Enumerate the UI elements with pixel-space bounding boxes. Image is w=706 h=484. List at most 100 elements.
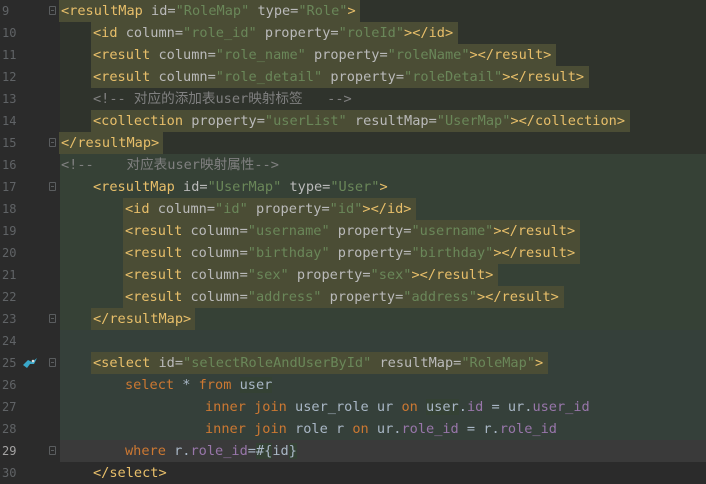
line-number: 12 bbox=[2, 70, 17, 84]
code-text: <id column="id" property="id"></id> bbox=[125, 198, 412, 220]
code-line[interactable]: 26 select * from user bbox=[0, 374, 706, 396]
code-token: r. bbox=[174, 443, 191, 459]
line-number: 23 bbox=[2, 312, 17, 326]
code-token: "username" bbox=[411, 223, 494, 239]
code-token: ></id> bbox=[404, 25, 454, 41]
code-token: resultMap= bbox=[371, 355, 462, 371]
code-token: property= bbox=[247, 201, 330, 217]
code-token: <result bbox=[93, 69, 159, 85]
code-line[interactable]: 20 <result column="birthday" property="bi… bbox=[0, 242, 706, 264]
code-line[interactable]: 18 <id column="id" property="id"></id> bbox=[0, 198, 706, 220]
code-line[interactable]: 29 where r.role_id=#{id} bbox=[0, 440, 706, 462]
code-line[interactable]: 25 <select id="selectRoleAndUserById" res… bbox=[0, 352, 706, 374]
fold-toggle-icon[interactable] bbox=[49, 446, 56, 455]
code-token: property= bbox=[191, 113, 265, 129]
line-number: 13 bbox=[2, 92, 17, 106]
code-token: ></result> bbox=[476, 289, 559, 305]
code-token: column= bbox=[190, 223, 248, 239]
fold-toggle-icon[interactable] bbox=[49, 358, 56, 367]
code-token: = bbox=[247, 443, 256, 459]
code-token: * bbox=[182, 377, 199, 393]
code-text: <id column="role_id" property="roleId"><… bbox=[93, 22, 453, 44]
code-line[interactable]: 12 <result column="role_detail" property=… bbox=[0, 66, 706, 88]
code-line[interactable]: 23 </resultMap> bbox=[0, 308, 706, 330]
mybatis-bird-icon[interactable] bbox=[22, 356, 38, 370]
fold-toggle-icon[interactable] bbox=[49, 314, 56, 323]
code-token: property= bbox=[322, 69, 405, 85]
code-token: "sex" bbox=[370, 267, 412, 283]
code-text: <!-- 对应表user映射属性--> bbox=[61, 154, 279, 176]
code-token: </select> bbox=[93, 465, 167, 481]
code-token: r. bbox=[483, 421, 500, 437]
code-line[interactable]: 13 <!-- 对应的添加表user映射标签 --> bbox=[0, 88, 706, 110]
code-text: <result column="sex" property="sex"></re… bbox=[125, 264, 493, 286]
line-number: 10 bbox=[2, 26, 17, 40]
code-line[interactable]: 11 <result column="role_name" property="r… bbox=[0, 44, 706, 66]
code-text: <resultMap id="UserMap" type="User"> bbox=[93, 176, 388, 198]
code-text: <result column="address" property="addre… bbox=[125, 286, 559, 308]
code-line[interactable]: 24 bbox=[0, 330, 706, 352]
code-token: ></result> bbox=[493, 245, 576, 261]
code-text: <result column="username" property="user… bbox=[125, 220, 575, 242]
code-token: "address" bbox=[403, 289, 477, 305]
code-text: <select id="selectRoleAndUserById" resul… bbox=[93, 352, 543, 374]
line-number: 11 bbox=[2, 48, 17, 62]
line-number: 29 bbox=[2, 444, 17, 458]
code-token: column= bbox=[157, 201, 216, 217]
code-line[interactable]: 16 <!-- 对应表user映射属性--> bbox=[0, 154, 706, 176]
fold-toggle-icon[interactable] bbox=[49, 138, 56, 147]
code-line[interactable]: 15 </resultMap> bbox=[0, 132, 706, 154]
code-token: } bbox=[288, 443, 297, 459]
line-number: 30 bbox=[2, 466, 17, 480]
code-token: <id bbox=[93, 25, 126, 41]
code-token: <!-- 对应的添加表user映射标签 --> bbox=[93, 91, 352, 107]
code-text: </select> bbox=[93, 462, 167, 484]
code-token: ur. bbox=[376, 421, 402, 437]
code-token: "role_name" bbox=[215, 47, 306, 63]
code-line[interactable]: 9 <resultMap id="RoleMap" type="Role"> bbox=[0, 0, 706, 22]
code-token: <collection bbox=[93, 113, 192, 129]
code-token: <id bbox=[125, 201, 158, 217]
code-line[interactable]: 27 inner join user_role ur on user.id = u… bbox=[0, 396, 706, 418]
code-token: ></id> bbox=[362, 201, 412, 217]
code-text: <result column="role_name" property="rol… bbox=[93, 44, 551, 66]
line-number: 26 bbox=[2, 378, 17, 392]
code-line[interactable]: 19 <result column="username" property="us… bbox=[0, 220, 706, 242]
code-token: "birthday" bbox=[411, 245, 494, 261]
code-token: "RoleMap" bbox=[175, 3, 250, 19]
line-number: 24 bbox=[2, 334, 17, 348]
code-token: <result bbox=[125, 223, 191, 239]
line-number: 19 bbox=[2, 224, 17, 238]
line-number: 18 bbox=[2, 202, 17, 216]
code-token: role bbox=[295, 421, 336, 437]
code-token: ></collection> bbox=[510, 113, 626, 129]
code-token: ur bbox=[376, 399, 402, 415]
code-token: <!-- 对应表user映射属性--> bbox=[61, 157, 279, 173]
code-token: "UserMap" bbox=[207, 179, 282, 195]
line-number: 17 bbox=[2, 180, 17, 194]
code-token: column= bbox=[125, 25, 184, 41]
code-text: <result column="birthday" property="birt… bbox=[125, 242, 575, 264]
code-token: select bbox=[125, 377, 183, 393]
code-line[interactable]: 28 inner join role r on ur.role_id = r.ro… bbox=[0, 418, 706, 440]
code-line[interactable]: 21 <result column="sex" property="sex"></… bbox=[0, 264, 706, 286]
code-token: "username" bbox=[247, 223, 330, 239]
code-token: "UserMap" bbox=[436, 113, 511, 129]
fold-toggle-icon[interactable] bbox=[49, 6, 56, 15]
code-line[interactable]: 17 <resultMap id="UserMap" type="User"> bbox=[0, 176, 706, 198]
code-token: <result bbox=[125, 245, 191, 261]
code-text: inner join user_role ur on user.id = ur.… bbox=[205, 396, 590, 418]
code-token: > bbox=[535, 355, 544, 371]
code-editor[interactable]: 9 <resultMap id="RoleMap" type="Role"> 10 <… bbox=[0, 0, 706, 481]
code-line[interactable]: 10 <id column="role_id" property="roleId"… bbox=[0, 22, 706, 44]
code-line[interactable]: 14 <collection property="userList" result… bbox=[0, 110, 706, 132]
line-number: 20 bbox=[2, 246, 17, 260]
line-background bbox=[60, 330, 706, 352]
fold-toggle-icon[interactable] bbox=[49, 182, 56, 191]
code-text: </resultMap> bbox=[61, 132, 159, 154]
code-text: <resultMap id="RoleMap" type="Role"> bbox=[61, 0, 356, 22]
code-line[interactable]: 22 <result column="address" property="add… bbox=[0, 286, 706, 308]
code-line[interactable]: 30 </select> bbox=[0, 462, 706, 484]
code-token: <result bbox=[125, 289, 191, 305]
code-text: <result column="role_detail" property="r… bbox=[93, 66, 584, 88]
